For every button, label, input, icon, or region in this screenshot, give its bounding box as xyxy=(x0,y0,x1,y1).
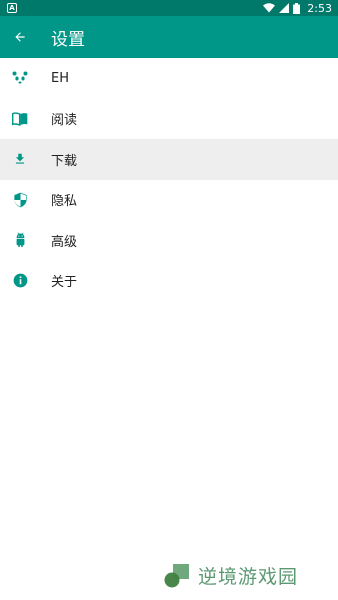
settings-item-advanced[interactable]: 高级 xyxy=(0,220,338,261)
settings-item-label: 关于 xyxy=(51,275,78,291)
signal-icon xyxy=(279,3,290,13)
watermark-logo-icon xyxy=(164,563,189,587)
settings-item-label: 隐私 xyxy=(51,194,78,210)
back-button[interactable] xyxy=(0,16,40,58)
book-icon xyxy=(12,111,28,127)
wifi-icon xyxy=(263,3,276,13)
status-bar-left: A xyxy=(7,3,17,13)
info-icon xyxy=(12,273,28,289)
settings-item-download[interactable]: 下载 xyxy=(0,139,338,180)
status-bar: A 2:53 xyxy=(0,0,338,16)
settings-screen: A 2:53 设置 EH 阅读 下载 隐私 高级 关于 逆境游戏园 xyxy=(0,0,338,600)
watermark: 逆境游戏园 xyxy=(164,562,298,589)
watermark-text: 逆境游戏园 xyxy=(198,566,299,588)
settings-item-privacy[interactable]: 隐私 xyxy=(0,180,338,221)
shield-icon xyxy=(12,192,28,208)
settings-item-label: EH xyxy=(51,70,69,86)
arrow-back-icon xyxy=(15,32,25,42)
page-title: 设置 xyxy=(51,29,85,50)
battery-icon xyxy=(293,2,301,14)
settings-item-eh[interactable]: EH xyxy=(0,58,338,99)
app-notification-icon: A xyxy=(7,3,17,13)
android-icon xyxy=(12,232,28,248)
settings-item-about[interactable]: 关于 xyxy=(0,261,338,302)
settings-item-label: 阅读 xyxy=(51,113,78,129)
status-time: 2:53 xyxy=(307,1,332,15)
settings-item-read[interactable]: 阅读 xyxy=(0,99,338,140)
settings-item-label: 高级 xyxy=(51,234,78,250)
panda-icon xyxy=(12,70,28,86)
settings-list: EH 阅读 下载 隐私 高级 关于 xyxy=(0,58,338,301)
settings-item-label: 下载 xyxy=(51,153,78,169)
download-icon xyxy=(12,151,28,167)
app-bar: 设置 xyxy=(0,16,338,58)
status-bar-right: 2:53 xyxy=(263,2,332,15)
